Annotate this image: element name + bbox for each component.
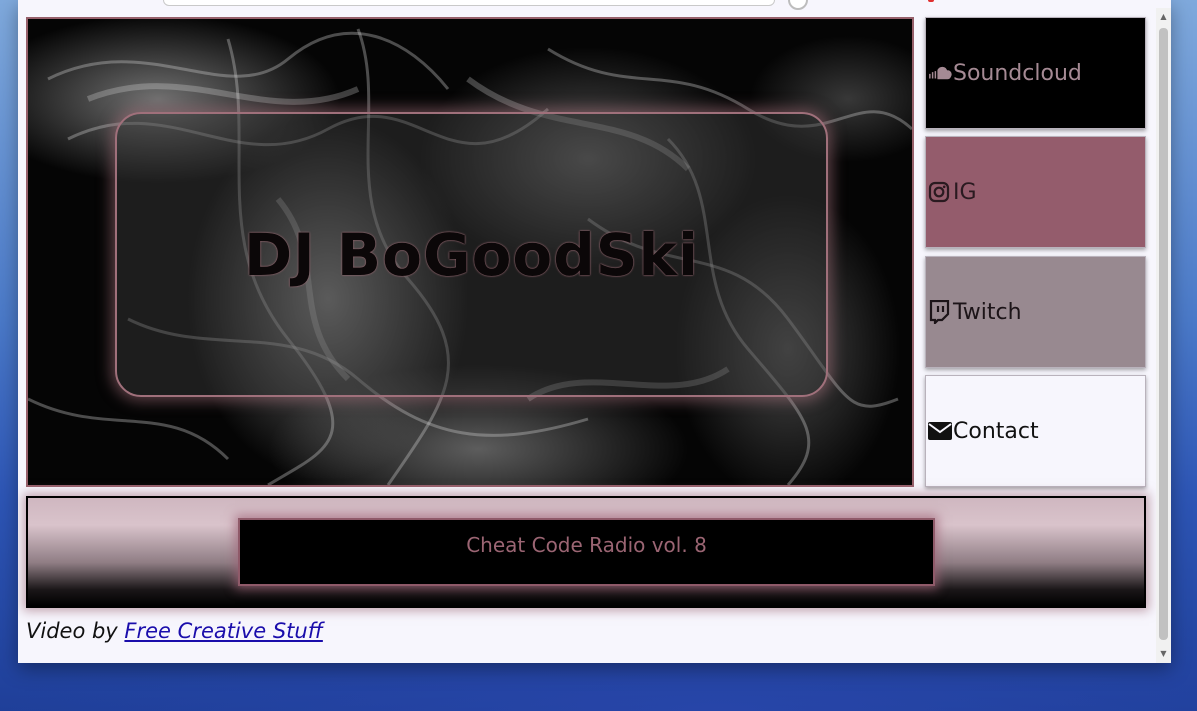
vertical-scrollbar[interactable]: ▲ ▼ [1156,8,1171,663]
video-credit: Video by Free Creative Stuff [26,619,323,643]
contact-button[interactable]: Contact [925,375,1146,487]
contact-label: Contact [953,418,1039,444]
twitch-icon [928,300,952,324]
track-player[interactable]: Cheat Code Radio vol. 8 [238,518,935,586]
twitch-label: Twitch [953,299,1022,325]
credit-prefix: Video by [26,619,125,643]
extension-icon[interactable] [928,0,934,2]
dj-title: DJ BoGoodSki [243,220,699,289]
address-bar[interactable] [163,0,775,6]
instagram-button[interactable]: IG [925,136,1146,248]
hero-video: DJ BoGoodSki [26,17,914,487]
audio-player-section: Cheat Code Radio vol. 8 [26,496,1146,608]
twitch-button[interactable]: Twitch [925,256,1146,368]
scroll-down-icon[interactable]: ▼ [1156,647,1171,661]
soundcloud-label: Soundcloud [953,60,1082,86]
scroll-thumb[interactable] [1159,28,1168,640]
reload-icon[interactable] [788,0,808,10]
instagram-label: IG [953,179,977,205]
credit-link[interactable]: Free Creative Stuff [124,619,322,643]
title-panel: DJ BoGoodSki [115,112,828,397]
soundcloud-icon [928,61,952,85]
envelope-icon [928,419,952,443]
instagram-icon [928,180,952,204]
track-title: Cheat Code Radio vol. 8 [466,533,707,557]
scroll-up-icon[interactable]: ▲ [1156,10,1171,24]
soundcloud-button[interactable]: Soundcloud [925,17,1146,129]
browser-window: DJ BoGoodSki Soundcloud IG Twitch Contac… [18,0,1171,663]
